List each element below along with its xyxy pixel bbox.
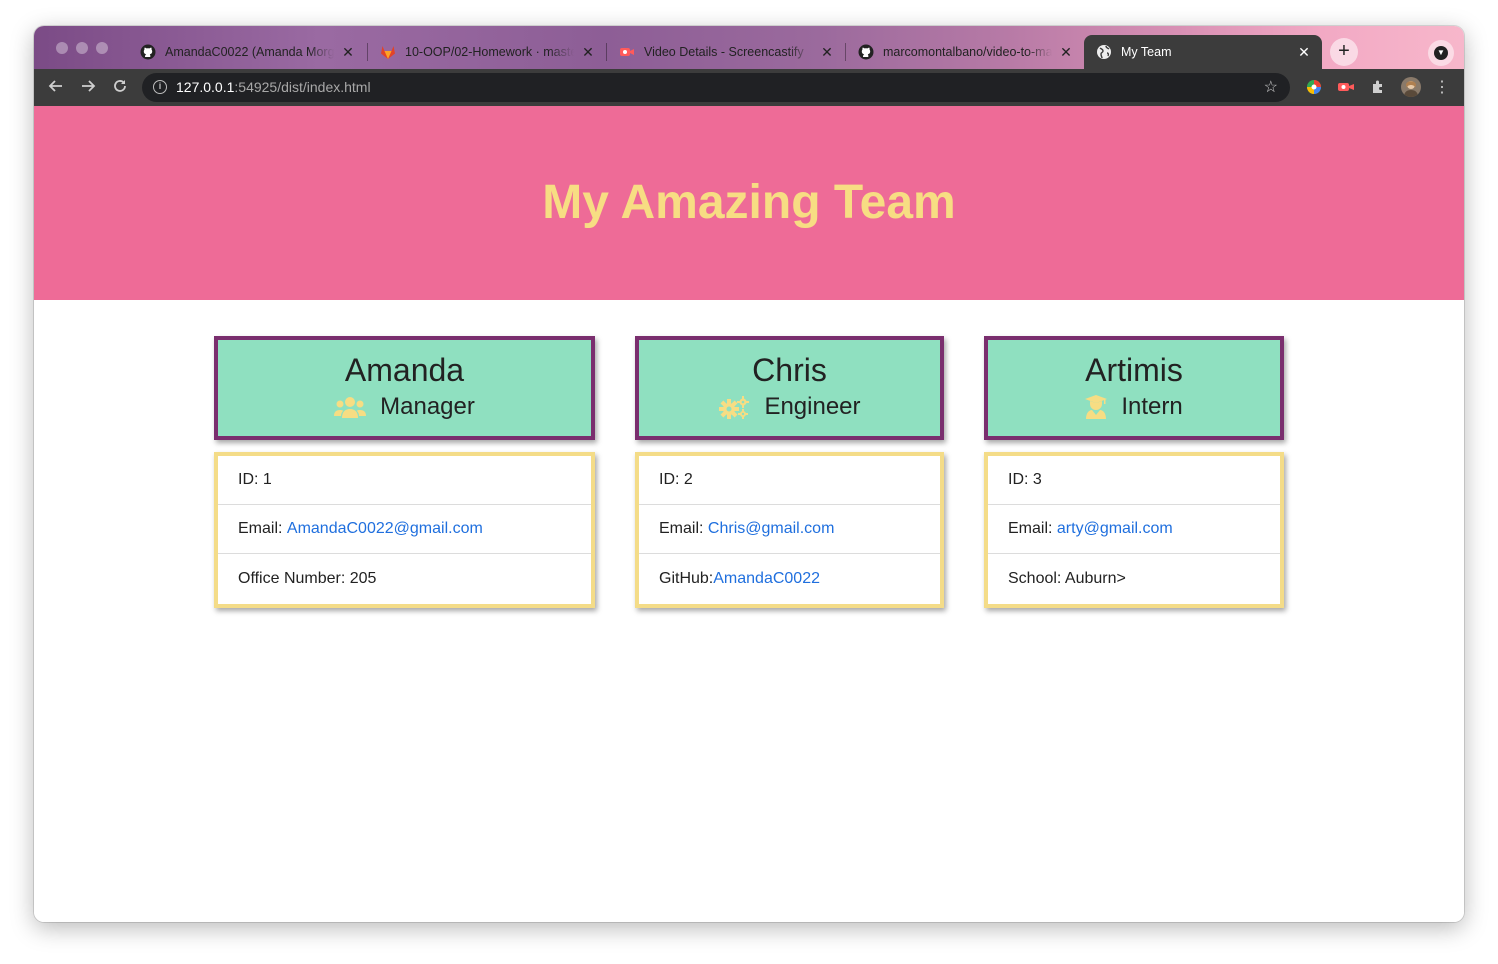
globe-icon [1096, 44, 1112, 60]
zoom-window-button[interactable] [96, 42, 108, 54]
new-tab-button[interactable]: + [1330, 38, 1358, 66]
employee-card-header: Chris Engineer [635, 336, 944, 440]
forward-button[interactable] [75, 75, 101, 101]
tab-title: My Team [1121, 45, 1172, 59]
reload-button[interactable] [107, 75, 133, 101]
tab-title: Video Details - Screencastify [644, 45, 804, 59]
chevron-down-icon: ▼ [1434, 46, 1448, 60]
employee-role: Manager [218, 393, 591, 421]
cogs-icon [718, 395, 750, 419]
gitlab-icon [380, 44, 396, 60]
employee-card-header: Amanda Manager [214, 336, 595, 440]
screencastify-icon [619, 44, 635, 60]
employee-id: ID: 2 [639, 456, 940, 505]
tab-gitlab-homework[interactable]: 10-OOP/02-Homework · master ✕ [368, 35, 606, 69]
close-tab-icon[interactable]: ✕ [1058, 44, 1074, 61]
employee-school: School: Auburn> [1008, 569, 1126, 587]
employee-card-body: ID: 3 Email: arty@gmail.com School: Aubu… [984, 452, 1284, 608]
tab-screencastify[interactable]: Video Details - Screencastify ✕ [607, 35, 845, 69]
github-link[interactable]: AmandaC0022 [713, 570, 820, 588]
graduate-icon [1085, 395, 1108, 419]
tab-title: marcomontalbano/video-to-markdown [883, 45, 1052, 59]
puzzle-extensions-icon[interactable] [1369, 78, 1387, 96]
arrow-left-icon [48, 80, 62, 92]
employee-name: Chris [752, 352, 827, 388]
tab-my-team[interactable]: My Team ✕ [1084, 35, 1322, 69]
screencastify-extension-icon[interactable] [1337, 78, 1355, 96]
employee-name: Artimis [1085, 352, 1183, 388]
page-title: My Amazing Team [542, 175, 956, 229]
employee-card-body: ID: 1 Email: AmandaC0022@gmail.com Offic… [214, 452, 595, 608]
github-icon [858, 44, 874, 60]
email-link[interactable]: Chris@gmail.com [708, 520, 834, 538]
tab-github-profile[interactable]: AmandaC0022 (Amanda Morgan) ✕ [128, 35, 366, 69]
close-tab-icon[interactable]: ✕ [819, 44, 835, 61]
users-icon [334, 396, 367, 418]
back-button[interactable] [43, 75, 69, 101]
reload-icon [114, 80, 126, 92]
minimize-window-button[interactable] [76, 42, 88, 54]
employee-office-number: Office Number: 205 [238, 569, 377, 587]
employee-email: Email: Chris@gmail.com [639, 505, 940, 554]
employee-role: Engineer [639, 393, 940, 421]
jumbotron-header: My Amazing Team [34, 106, 1464, 300]
tab-video-to-markdown[interactable]: marcomontalbano/video-to-markdown ✕ [846, 35, 1084, 69]
color-picker-extension-icon[interactable] [1305, 78, 1323, 96]
browser-toolbar: i 127.0.0.1:54925/dist/index.html ☆ ⋮ [34, 69, 1464, 106]
employee-email: Email: AmandaC0022@gmail.com [218, 505, 591, 554]
tab-search-button[interactable]: ▼ [1428, 40, 1454, 66]
employee-email: Email: arty@gmail.com [988, 505, 1280, 554]
arrow-right-icon [82, 80, 96, 92]
tab-strip: AmandaC0022 (Amanda Morgan) ✕ 10-OOP/02-… [34, 26, 1464, 69]
avatar[interactable] [1401, 77, 1421, 97]
bookmark-star-icon[interactable]: ☆ [1264, 77, 1278, 97]
email-link[interactable]: arty@gmail.com [1057, 520, 1173, 538]
close-window-button[interactable] [56, 42, 68, 54]
address-bar[interactable]: i 127.0.0.1:54925/dist/index.html ☆ [142, 73, 1290, 102]
employee-role: Intern [988, 393, 1280, 421]
browser-window: AmandaC0022 (Amanda Morgan) ✕ 10-OOP/02-… [34, 26, 1464, 922]
employee-github: GitHub: AmandaC0022 [659, 569, 820, 588]
employee-id: ID: 3 [988, 456, 1280, 505]
page-content: My Amazing Team Amanda Manager ID: 1 Ema… [34, 106, 1464, 922]
employee-card-body: ID: 2 Email: Chris@gmail.com GitHub: Aman… [635, 452, 944, 608]
employee-name: Amanda [344, 352, 465, 388]
close-tab-icon[interactable]: ✕ [580, 44, 596, 61]
employee-card-header: Artimis Intern [984, 336, 1284, 440]
github-icon [140, 44, 156, 60]
url-text: 127.0.0.1:54925/dist/index.html [176, 79, 371, 95]
close-tab-icon[interactable]: ✕ [340, 44, 356, 61]
menu-kebab-icon[interactable]: ⋮ [1433, 78, 1451, 96]
site-info-icon[interactable]: i [153, 80, 167, 94]
close-tab-icon[interactable]: ✕ [1296, 44, 1312, 61]
employee-id: ID: 1 [218, 456, 591, 505]
tab-title: AmandaC0022 (Amanda Morgan) [165, 45, 334, 59]
tab-title: 10-OOP/02-Homework · master [405, 45, 574, 59]
email-link[interactable]: AmandaC0022@gmail.com [287, 520, 483, 538]
